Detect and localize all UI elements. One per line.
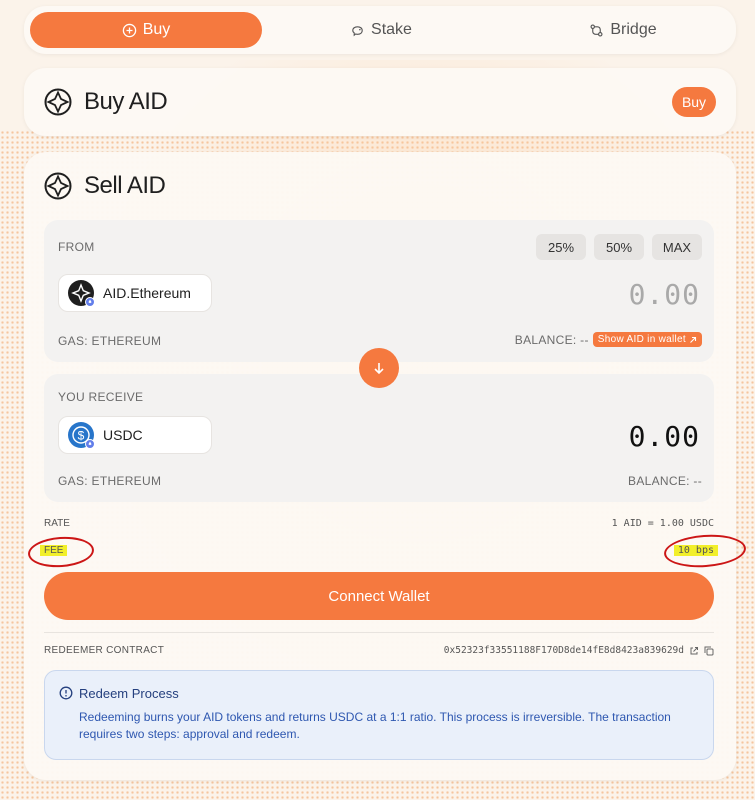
from-balance-row: BALANCE: -- Show AID in wallet: [515, 332, 702, 347]
external-arrow-icon: [690, 336, 697, 343]
contract-label: REDEEMER CONTRACT: [44, 645, 165, 656]
tab-stake-label: Stake: [371, 21, 412, 38]
from-gas-label: GAS: ETHEREUM: [58, 334, 162, 348]
receive-balance: BALANCE: --: [628, 474, 702, 488]
percent-50-button[interactable]: 50%: [594, 234, 644, 260]
sell-title-row: Sell AID: [44, 172, 166, 200]
svg-text:$: $: [78, 429, 85, 443]
buy-button[interactable]: Buy: [672, 87, 716, 117]
notice-title: Redeem Process: [79, 686, 179, 701]
aid-logo-icon: [44, 88, 72, 116]
percent-25-button[interactable]: 25%: [536, 234, 586, 260]
external-link-icon[interactable]: [689, 646, 699, 656]
receive-panel: YOU RECEIVE $ USDC 0.00 GAS: ETHEREUM BA…: [44, 374, 714, 502]
aid-logo-icon: [44, 172, 72, 200]
connect-wallet-button[interactable]: Connect Wallet: [44, 572, 714, 620]
from-balance: BALANCE: --: [514, 332, 589, 347]
piggy-bank-icon: [352, 25, 363, 36]
buy-title-row: Buy AID: [44, 88, 168, 116]
from-panel: FROM 25% 50% MAX AID.Ethereum 0.00 GAS: …: [44, 220, 714, 362]
sell-title: Sell AID: [84, 172, 166, 199]
tab-bridge[interactable]: Bridge: [558, 12, 688, 48]
annotation-circle-fee-value: [662, 532, 748, 570]
redeem-process-notice: Redeem Process Redeeming burns your AID …: [44, 670, 714, 760]
info-circle-icon: [59, 686, 73, 700]
arrow-down-icon: [374, 363, 384, 375]
swap-direction-button[interactable]: [359, 348, 399, 388]
tab-buy[interactable]: Buy: [30, 12, 262, 48]
from-amount-input[interactable]: 0.00: [629, 278, 700, 311]
receive-amount: 0.00: [628, 420, 700, 453]
from-token-selector[interactable]: AID.Ethereum: [58, 274, 212, 312]
rate-value: 1 AID = 1.00 USDC: [611, 518, 714, 529]
annotation-circle-fee: [27, 534, 95, 570]
bridge-icon: [590, 24, 603, 36]
show-aid-in-wallet-link[interactable]: Show AID in wallet: [592, 332, 702, 347]
tab-stake[interactable]: Stake: [326, 12, 436, 48]
max-button[interactable]: MAX: [652, 234, 702, 260]
copy-icon[interactable]: [704, 646, 714, 656]
from-token-name: AID.Ethereum: [103, 285, 191, 301]
tab-buy-label: Buy: [142, 21, 171, 38]
tab-bridge-label: Bridge: [610, 21, 657, 38]
wallet-link-label: Show AID in wallet: [597, 334, 686, 345]
plus-circle-icon: [122, 23, 136, 37]
receive-gas-label: GAS: ETHEREUM: [58, 474, 162, 488]
from-label: FROM: [58, 240, 95, 254]
sell-aid-card: Sell AID FROM 25% 50% MAX AID.Ethereum 0…: [24, 152, 748, 780]
buy-title: Buy AID: [84, 88, 168, 115]
receive-token-name: USDC: [103, 427, 143, 443]
aid-token-icon: [67, 279, 95, 307]
usdc-token-icon: $: [67, 421, 95, 449]
tab-bar: Buy Stake Bridge: [24, 6, 736, 54]
notice-body: Redeeming burns your AID tokens and retu…: [79, 710, 671, 741]
receive-token-selector[interactable]: $ USDC: [58, 416, 212, 454]
divider: [44, 632, 714, 633]
contract-address: 0x52323f33551188F170D8de14fE8d8423a83962…: [443, 645, 684, 656]
contract-value-group: 0x52323f33551188F170D8de14fE8d8423a83962…: [444, 645, 714, 656]
buy-aid-card: Buy AID Buy: [24, 68, 736, 136]
receive-label: YOU RECEIVE: [58, 390, 144, 404]
rate-label: RATE: [44, 518, 70, 529]
